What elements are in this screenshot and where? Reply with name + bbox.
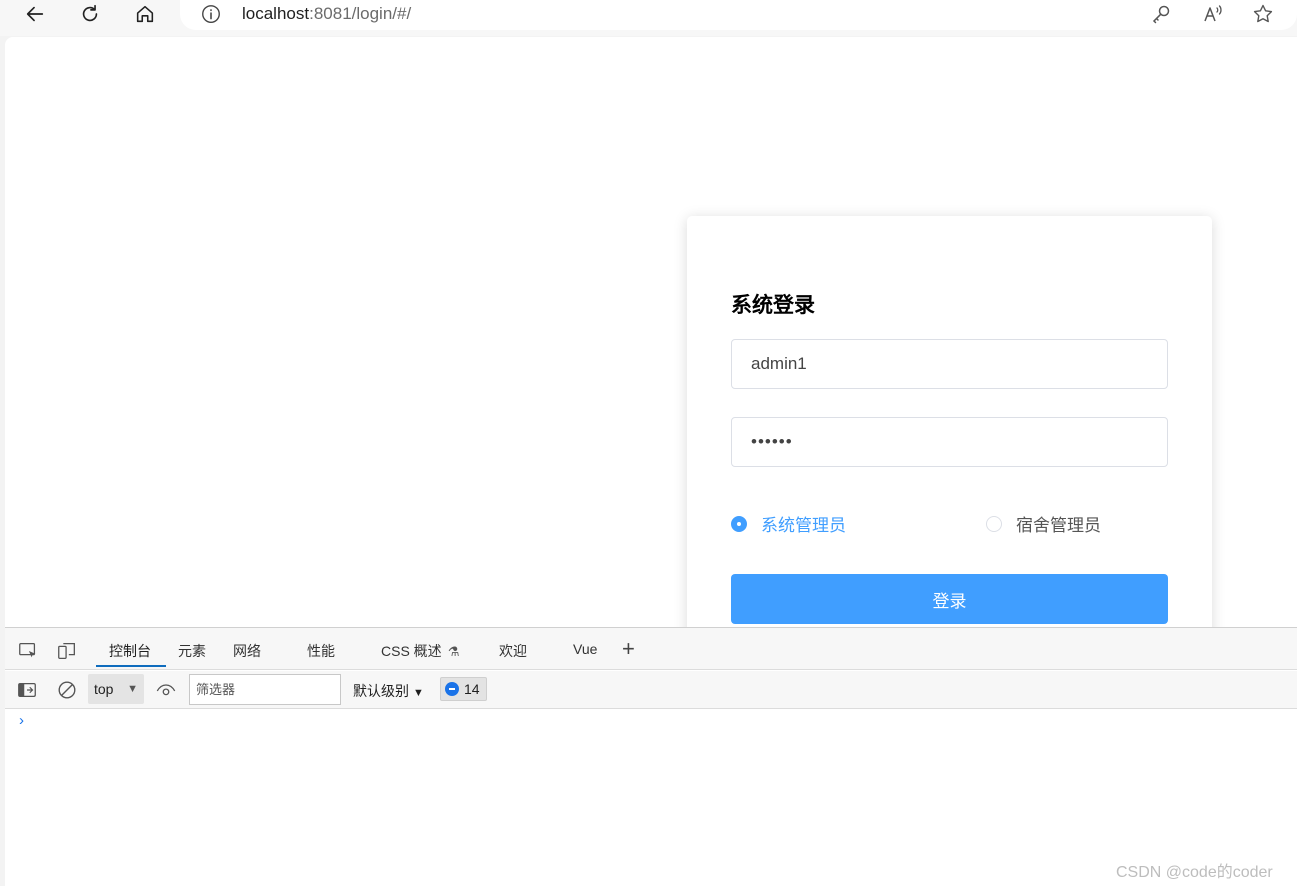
context-value: top <box>94 681 114 697</box>
url-path: :8081/login/#/ <box>309 4 412 23</box>
tab-console[interactable]: 控制台 <box>109 641 151 661</box>
read-aloud-icon[interactable] <box>1201 2 1225 26</box>
active-tab-indicator <box>96 665 166 667</box>
tab-css-overview-label: CSS 概述 <box>381 643 442 659</box>
message-count-badge[interactable]: 14 <box>440 677 487 701</box>
login-button[interactable]: 登录 <box>731 574 1168 624</box>
url-text[interactable]: localhost:8081/login/#/ <box>242 3 411 25</box>
info-icon[interactable] <box>200 3 222 25</box>
add-tab-plus-icon[interactable]: + <box>622 636 635 662</box>
browser-toolbar: localhost:8081/login/#/ <box>0 0 1297 36</box>
password-input[interactable]: •••••• <box>731 417 1168 467</box>
tab-vue[interactable]: Vue <box>573 641 597 657</box>
page-viewport: 系统登录 admin1 •••••• 系统管理员 宿舍管理员 登录 <box>5 37 1297 627</box>
address-bar[interactable]: localhost:8081/login/#/ <box>180 0 1297 30</box>
username-input[interactable]: admin1 <box>731 339 1168 389</box>
device-emulation-icon[interactable] <box>56 640 78 662</box>
back-button[interactable] <box>17 0 53 28</box>
console-toolbar: top ▼ 筛选器 默认级别 ▼ 14 <box>5 671 1297 709</box>
tab-network[interactable]: 网络 <box>233 641 261 661</box>
message-icon <box>445 682 459 696</box>
flask-icon: ⚗ <box>447 644 460 659</box>
role-label: 系统管理员 <box>761 516 846 535</box>
role-radio-system-admin[interactable]: 系统管理员 <box>731 511 846 536</box>
reload-button[interactable] <box>72 0 108 28</box>
log-levels-label: 默认级别 <box>353 683 409 699</box>
login-card: 系统登录 admin1 •••••• 系统管理员 宿舍管理员 登录 <box>687 216 1212 627</box>
login-title: 系统登录 <box>731 294 815 317</box>
home-button[interactable] <box>127 0 163 28</box>
arrow-left-icon <box>26 6 44 22</box>
log-levels-dropdown[interactable]: 默认级别 ▼ <box>353 681 424 701</box>
key-icon[interactable] <box>1149 2 1173 26</box>
role-label: 宿舍管理员 <box>1016 516 1101 535</box>
inspect-icon[interactable] <box>17 640 39 662</box>
watermark: CSDN @code的coder <box>1116 864 1273 881</box>
sidebar-toggle-icon[interactable] <box>16 679 38 701</box>
clear-console-icon[interactable] <box>56 679 78 701</box>
tab-performance[interactable]: 性能 <box>307 641 335 661</box>
url-host: localhost <box>242 4 310 23</box>
radio-unchecked-icon <box>986 515 1002 532</box>
refresh-icon <box>82 4 98 22</box>
devtools-panel: 控制台 元素 网络 性能 CSS 概述 ⚗ 欢迎 Vue + top ▼ 筛选器 默… <box>5 627 1297 886</box>
console-filter-input[interactable]: 筛选器 <box>189 674 341 705</box>
radio-checked-icon <box>731 515 747 532</box>
console-prompt[interactable]: › <box>19 712 24 729</box>
tab-css-overview[interactable]: CSS 概述 ⚗ <box>381 641 459 661</box>
tab-welcome[interactable]: 欢迎 <box>499 641 527 661</box>
home-icon <box>136 5 154 23</box>
tab-elements[interactable]: 元素 <box>178 641 206 661</box>
devtools-tabbar: 控制台 元素 网络 性能 CSS 概述 ⚗ 欢迎 Vue + <box>5 628 1297 670</box>
message-count: 14 <box>464 681 480 697</box>
context-selector[interactable]: top ▼ <box>88 674 144 704</box>
star-icon[interactable] <box>1251 2 1275 26</box>
role-radio-dorm-admin[interactable]: 宿舍管理员 <box>986 511 1101 536</box>
caret-down-icon: ▼ <box>127 683 138 695</box>
caret-down-icon: ▼ <box>413 687 424 699</box>
eye-icon[interactable] <box>155 679 177 701</box>
